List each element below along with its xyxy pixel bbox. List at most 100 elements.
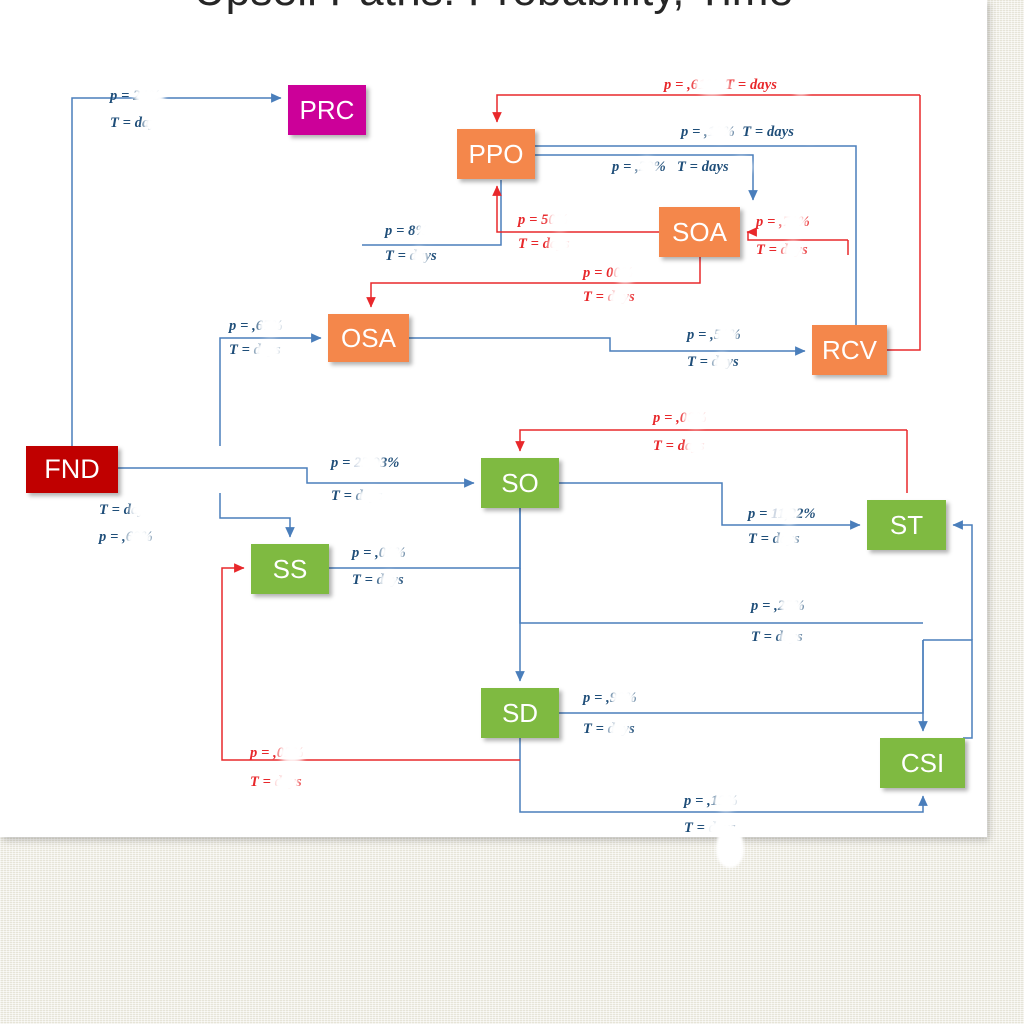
erase-smudge bbox=[779, 628, 801, 648]
t-prefix: T = bbox=[250, 774, 275, 790]
erase-smudge bbox=[133, 86, 165, 106]
t-prefix: T = bbox=[385, 248, 410, 264]
p-prefix: p = bbox=[583, 690, 607, 706]
p-prefix: p = bbox=[99, 529, 123, 545]
erase-smudge bbox=[416, 221, 442, 241]
erase-smudge bbox=[143, 114, 171, 134]
erase-smudge bbox=[730, 157, 752, 177]
t-prefix: T = bbox=[756, 242, 781, 258]
node-label: ST bbox=[889, 510, 924, 540]
erase-smudge bbox=[357, 487, 387, 507]
t-value: days bbox=[701, 159, 729, 175]
t-prefix: T = bbox=[742, 124, 768, 140]
erase-smudge bbox=[273, 773, 299, 793]
node-label: FND bbox=[44, 454, 100, 484]
erase-smudge bbox=[694, 75, 730, 95]
t-prefix: T = bbox=[748, 531, 773, 547]
edge-label-ppo-rcv: p = ,19% T = days bbox=[681, 124, 794, 141]
erase-smudge bbox=[380, 543, 404, 563]
p-prefix: p = bbox=[664, 77, 688, 93]
t-prefix: T = bbox=[583, 289, 608, 305]
erase-smudge bbox=[779, 596, 803, 616]
edge-label-ppo-soa: p = ,29% T = days bbox=[612, 159, 729, 176]
erase-smudge bbox=[780, 212, 806, 232]
node-label: SD bbox=[501, 698, 539, 728]
erase-smudge bbox=[779, 504, 799, 524]
erase-smudge bbox=[126, 528, 152, 548]
node-FND[interactable]: FND bbox=[26, 446, 118, 493]
erase-smudge bbox=[358, 454, 384, 474]
node-SO[interactable]: SO bbox=[481, 458, 559, 508]
p-prefix: p = bbox=[385, 223, 409, 239]
p-prefix: p = bbox=[518, 212, 542, 228]
erase-smudge bbox=[410, 247, 428, 267]
p-prefix: p = bbox=[352, 545, 376, 561]
node-label: SOA bbox=[672, 217, 727, 247]
t-prefix: T = bbox=[352, 572, 377, 588]
t-prefix: T = bbox=[676, 159, 702, 175]
t-prefix: T = bbox=[583, 721, 608, 737]
t-prefix: T = bbox=[99, 502, 124, 518]
node-PPO[interactable]: PPO bbox=[457, 129, 535, 179]
erase-smudge bbox=[798, 122, 822, 142]
node-SOA[interactable]: SOA bbox=[659, 207, 740, 257]
t-prefix: T = bbox=[653, 438, 678, 454]
node-label: SO bbox=[501, 468, 539, 498]
erase-smudge bbox=[683, 408, 709, 428]
node-RCV[interactable]: RCV bbox=[812, 325, 887, 375]
cursor-artifact bbox=[716, 824, 744, 868]
p-prefix: p = bbox=[756, 214, 780, 230]
erase-smudge bbox=[254, 341, 282, 361]
p-prefix: p = bbox=[110, 88, 134, 104]
erase-smudge bbox=[613, 263, 637, 283]
t-prefix: T = bbox=[687, 354, 712, 370]
t-value: days bbox=[767, 124, 794, 140]
node-SD[interactable]: SD bbox=[481, 688, 559, 738]
erase-smudge bbox=[129, 500, 163, 520]
erase-smudge bbox=[685, 437, 707, 457]
node-PRC[interactable]: PRC bbox=[288, 85, 366, 135]
erase-smudge bbox=[782, 241, 804, 261]
node-label: PRC bbox=[299, 95, 355, 125]
p-prefix: p = bbox=[751, 598, 775, 614]
erase-smudge bbox=[278, 743, 306, 763]
p-prefix: p = bbox=[684, 793, 708, 809]
p-prefix: p = bbox=[583, 265, 607, 281]
node-label: SS bbox=[272, 554, 308, 584]
red-connectors bbox=[221, 94, 921, 761]
t-prefix: T = bbox=[331, 488, 356, 504]
erase-smudge bbox=[636, 157, 658, 177]
p-prefix: p = bbox=[653, 410, 677, 426]
t-prefix: T = bbox=[110, 115, 135, 131]
node-OSA[interactable]: OSA bbox=[328, 314, 409, 362]
erase-smudge bbox=[548, 210, 572, 230]
erase-smudge bbox=[790, 75, 812, 95]
erase-smudge bbox=[714, 325, 738, 345]
p-prefix: p = bbox=[748, 506, 772, 522]
p-prefix: p = bbox=[681, 124, 705, 140]
erase-smudge bbox=[548, 235, 572, 255]
node-label: RCV bbox=[822, 335, 877, 365]
erase-smudge bbox=[379, 571, 399, 591]
erase-smudge bbox=[611, 688, 635, 708]
node-label: PPO bbox=[468, 139, 524, 169]
t-value: days bbox=[750, 77, 777, 93]
p-prefix: p = bbox=[331, 455, 355, 471]
node-ST[interactable]: ST bbox=[867, 500, 946, 550]
node-label: OSA bbox=[341, 323, 396, 353]
slide-canvas: Upsell Paths: Probability, Time bbox=[0, 0, 987, 837]
p-prefix: p = bbox=[687, 327, 711, 343]
t-prefix: T = bbox=[518, 236, 543, 252]
node-label: CSI bbox=[900, 748, 945, 778]
node-SS[interactable]: SS bbox=[251, 544, 329, 594]
t-prefix: T = bbox=[229, 342, 254, 358]
p-prefix: p = bbox=[250, 745, 274, 761]
erase-smudge bbox=[258, 316, 284, 336]
erase-smudge bbox=[713, 791, 739, 811]
p-prefix: p = bbox=[612, 159, 636, 175]
node-CSI[interactable]: CSI bbox=[880, 738, 965, 788]
erase-smudge bbox=[712, 353, 732, 373]
erase-smudge bbox=[608, 288, 630, 308]
t-prefix: T = bbox=[751, 629, 776, 645]
erase-smudge bbox=[705, 122, 733, 142]
